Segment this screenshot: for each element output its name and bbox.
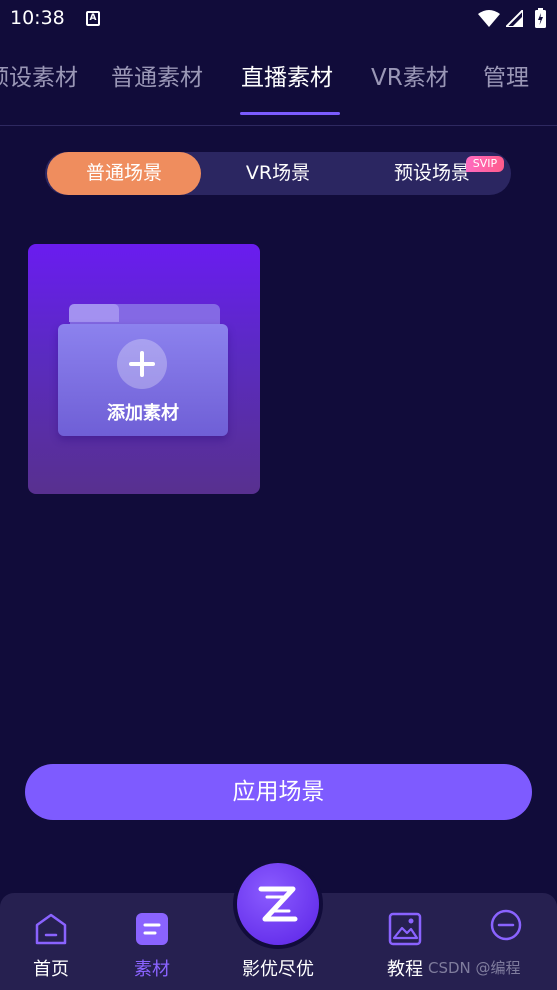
status-bar: 10:38 A xyxy=(0,0,557,38)
status-time: 10:38 xyxy=(10,7,65,29)
minus-circle-icon xyxy=(490,909,522,941)
tab-normal-material[interactable]: 普通素材 xyxy=(111,58,203,92)
notification-icon: A xyxy=(86,11,100,26)
nav-label-home: 首页 xyxy=(33,959,69,980)
tab-live-material[interactable]: 直播素材 xyxy=(241,58,333,92)
scene-segmented-control: 普通场景 VR场景 预设场景 xyxy=(45,152,511,195)
home-icon xyxy=(35,913,67,945)
nav-label-material: 素材 xyxy=(134,959,170,980)
nav-item-home[interactable]: 首页 xyxy=(11,893,91,990)
plus-icon[interactable] xyxy=(117,339,167,389)
segment-normal-scene[interactable]: 普通场景 xyxy=(47,152,201,195)
add-material-label: 添加素材 xyxy=(107,403,179,424)
watermark: CSDN @编程 xyxy=(428,959,521,977)
tab-vr-material[interactable]: VR素材 xyxy=(371,58,449,92)
nav-item-material[interactable]: 素材 xyxy=(112,893,192,990)
center-home-button[interactable] xyxy=(237,863,319,945)
apply-scene-button[interactable]: 应用场景 xyxy=(25,764,532,820)
tabs-divider xyxy=(0,125,557,126)
image-icon xyxy=(388,912,422,946)
z-logo-icon xyxy=(258,886,298,922)
material-icon xyxy=(136,913,168,945)
material-tabs: 预设素材 普通素材 直播素材 VR素材 管理 xyxy=(0,58,557,102)
tab-preset-material[interactable]: 预设素材 xyxy=(0,58,78,92)
tab-manage[interactable]: 管理 xyxy=(483,58,529,92)
wifi-icon xyxy=(478,10,500,27)
signal-icon xyxy=(506,10,523,27)
svip-badge: SVIP xyxy=(466,156,504,172)
segment-vr-scene[interactable]: VR场景 xyxy=(201,152,355,195)
folder-tab-icon xyxy=(69,304,119,322)
active-tab-indicator xyxy=(240,112,340,115)
center-button-label: 影优尽优 xyxy=(242,959,314,980)
battery-icon xyxy=(535,8,546,28)
